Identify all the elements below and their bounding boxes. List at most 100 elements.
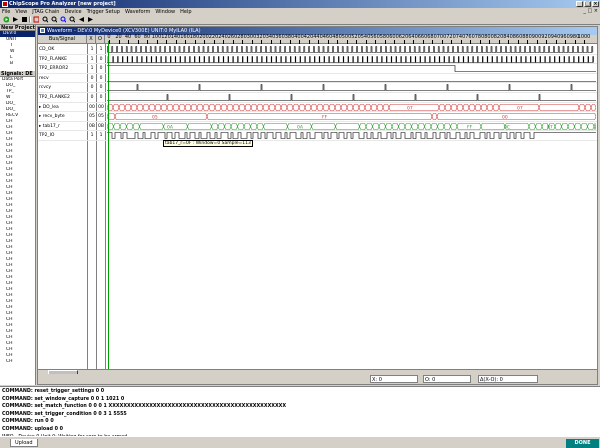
signal-waveform[interactable]: 0A 0A FF 0C 07 <box>107 122 596 131</box>
signal-x-value: 1 <box>90 133 94 139</box>
tick-mark <box>394 40 395 44</box>
menu-help[interactable]: Help <box>180 9 191 15</box>
signal-name[interactable]: TP2_FLANKE <box>39 55 86 64</box>
zoom-fit-icon[interactable] <box>59 16 67 24</box>
tick-mark <box>356 40 357 44</box>
signal-o-value: 1 <box>99 47 103 52</box>
trigger-icon[interactable] <box>11 16 19 24</box>
signal-waveform[interactable] <box>107 45 596 54</box>
signal-o-value: 0 <box>99 66 103 72</box>
menu-view[interactable]: View <box>15 9 27 15</box>
signal-row[interactable]: TP2_FLANKE 1 0 <box>38 55 597 65</box>
maximize-button[interactable]: □ <box>584 1 591 7</box>
tick-mark <box>299 40 300 44</box>
o-cursor-field[interactable]: O: 0 <box>423 375 471 383</box>
signal-name[interactable]: recv <box>39 74 86 83</box>
upload-tab[interactable]: Upload <box>10 439 38 447</box>
menu-trigger-setup[interactable]: Trigger Setup <box>87 9 120 15</box>
signal-row[interactable]: recv 0 0 <box>38 74 597 84</box>
project-tree: DEV:0 UNIT T W L B <box>0 31 35 67</box>
cursor-x[interactable] <box>108 41 109 369</box>
search-icon[interactable] <box>68 16 76 24</box>
signal-row[interactable]: ▸ tab17_r 0B 0B 0A 0A FF 0C 07 <box>38 122 597 132</box>
signal-row[interactable]: ▸ recv_byte 05 05 05 FF 00 <box>38 112 597 122</box>
signal-o-value: 0 <box>99 56 103 62</box>
play-icon[interactable] <box>2 16 10 24</box>
tick-mark <box>432 40 433 44</box>
signal-row[interactable]: TP2_IO 1 1 <box>38 131 597 141</box>
close-button[interactable]: × <box>592 1 599 7</box>
signal-waveform[interactable] <box>107 55 596 64</box>
signal-waveform[interactable]: 05 FF 00 <box>107 112 596 121</box>
tree-item[interactable]: CH <box>0 359 35 365</box>
tick-mark <box>489 40 490 44</box>
console-line: COMMAND: upload 0 0 <box>2 426 63 432</box>
menu-jtag-chain[interactable]: JTAG Chain <box>32 9 59 15</box>
menu-window[interactable]: Window <box>155 9 175 15</box>
signal-x-value: 1 <box>90 56 94 62</box>
col-bus-signal[interactable]: Bus/Signal <box>38 35 87 44</box>
stop-icon[interactable] <box>20 16 28 24</box>
signal-name[interactable]: rcvcy <box>39 83 86 92</box>
app-icon <box>2 1 8 7</box>
cursor-status-row: X: 0 O: 0 Δ(X-O): 0 <box>38 374 597 384</box>
signal-x-value: 0 <box>90 95 94 100</box>
signal-waveform[interactable]: 07 07 <box>107 103 596 112</box>
signal-row[interactable]: rcvcy 0 0 <box>38 83 597 93</box>
tree-item[interactable]: B <box>0 61 35 67</box>
signal-o-value: 05 <box>98 114 104 120</box>
time-ruler[interactable]: 0 20 40 60 80 100 120 140 160 180 200 220 240 260 280 3… <box>107 35 596 44</box>
next-icon[interactable] <box>86 16 94 24</box>
bus-value-label: 00 <box>502 114 508 120</box>
console-line: COMMAND: set_trigger_condition 0 0 3 1 5… <box>2 411 127 417</box>
signal-waveform[interactable] <box>107 83 596 92</box>
signal-row[interactable]: CD_OK 1 1 <box>38 45 597 55</box>
signal-waveform[interactable] <box>107 93 596 102</box>
bus-value-label: 07 <box>547 124 553 130</box>
tick-mark <box>194 40 196 44</box>
tick-mark <box>536 40 538 44</box>
tick-mark <box>517 40 519 44</box>
signal-name[interactable]: TP2_FLANKE2 <box>39 93 86 102</box>
zoom-in-icon[interactable] <box>41 16 49 24</box>
tick-mark <box>479 40 481 44</box>
signals-tree: Data Port DO_ TP_ W DO_ DO_ RECV CH CH CH CH CH CH CH… <box>0 77 35 365</box>
signal-name[interactable]: ▸ DO_lea <box>39 103 86 112</box>
signal-x-value: 1 <box>90 66 94 72</box>
signal-row[interactable]: ▸ DO_lea 00 00 07 07 <box>38 103 597 113</box>
tick-mark <box>156 40 158 44</box>
signal-waveform[interactable] <box>107 74 596 83</box>
signal-name[interactable]: TP2_ERROR2 <box>39 64 86 73</box>
console-line: COMMAND: run 0 0 <box>2 419 54 425</box>
signal-waveform[interactable] <box>107 64 596 73</box>
menu-waveform[interactable]: Waveform <box>125 9 150 15</box>
bus-value-label: 0C <box>504 124 510 130</box>
tick-mark <box>527 40 528 44</box>
mdi-controls[interactable]: _ □ × <box>583 8 598 14</box>
minimize-button[interactable]: _ <box>576 1 583 7</box>
signal-row[interactable]: TP2_ERROR2 1 0 <box>38 64 597 74</box>
prev-icon[interactable] <box>77 16 85 24</box>
menu-file[interactable]: File <box>2 9 10 15</box>
signal-o-value: 1 <box>99 133 103 139</box>
fit-icon[interactable] <box>32 16 40 24</box>
tick-mark <box>470 40 471 44</box>
signal-name[interactable]: TP2_IO <box>39 131 86 140</box>
x-cursor-field[interactable]: X: 0 <box>370 375 418 383</box>
signal-name[interactable]: ▸ recv_byte <box>39 112 86 121</box>
signal-o-value: 0B <box>98 123 104 129</box>
col-x[interactable]: X <box>87 35 96 44</box>
signal-row[interactable]: TP2_FLANKE2 0 0 <box>38 93 597 103</box>
signal-name[interactable]: CD_OK <box>39 45 86 54</box>
tick-mark <box>508 40 509 44</box>
bus-value-label: 07 <box>517 105 523 111</box>
signal-name[interactable]: ▸ tab17_r <box>39 122 86 131</box>
menu-device[interactable]: Device <box>64 9 81 15</box>
tick-mark <box>574 40 576 44</box>
zoom-out-icon[interactable] <box>50 16 58 24</box>
bus-value-label: 05 <box>152 114 158 120</box>
bus-value-label: 0A <box>167 124 174 130</box>
tick-mark <box>413 40 414 44</box>
tick-mark <box>147 40 148 44</box>
col-o[interactable]: O <box>96 35 105 44</box>
